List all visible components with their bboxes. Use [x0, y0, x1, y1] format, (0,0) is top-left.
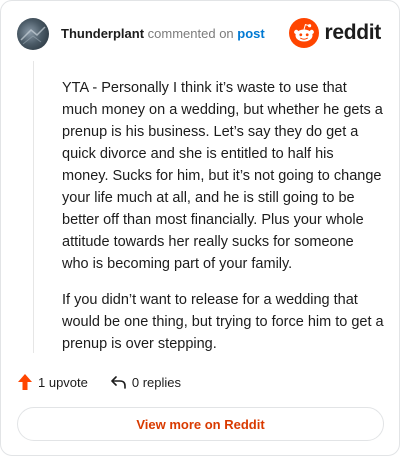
comment-actions: 1 upvote 0 replies	[17, 373, 181, 391]
comment-paragraph-1: YTA - Personally I think it’s waste to u…	[62, 80, 383, 272]
comment-meta: Thunderplant commented on post	[61, 26, 265, 42]
comment-header: Thunderplant commented on post reddit	[17, 17, 383, 51]
comment-body: YTA - Personally I think it’s waste to u…	[62, 77, 384, 369]
reddit-wordmark: reddit	[324, 21, 381, 44]
user-avatar[interactable]	[17, 18, 49, 50]
embedded-comment-card: Thunderplant commented on post reddit YT…	[0, 0, 400, 456]
upvote-arrow-icon	[18, 374, 32, 390]
thread-line	[33, 61, 34, 353]
upvote-count: 1 upvote	[38, 374, 88, 390]
comment-paragraph-2: If you didn’t want to release for a wedd…	[62, 292, 384, 352]
reply-arrow-icon	[111, 376, 126, 389]
upvote-button[interactable]: 1 upvote	[17, 373, 88, 391]
username[interactable]: Thunderplant	[61, 26, 144, 41]
view-more-button[interactable]: View more on Reddit	[17, 407, 384, 441]
replies-button[interactable]: 0 replies	[110, 374, 181, 390]
replies-count: 0 replies	[131, 374, 182, 390]
reddit-snoo-icon	[289, 18, 320, 48]
action-text: commented on	[147, 26, 234, 41]
reddit-logo[interactable]: reddit	[289, 18, 381, 48]
post-link[interactable]: post	[237, 26, 264, 41]
